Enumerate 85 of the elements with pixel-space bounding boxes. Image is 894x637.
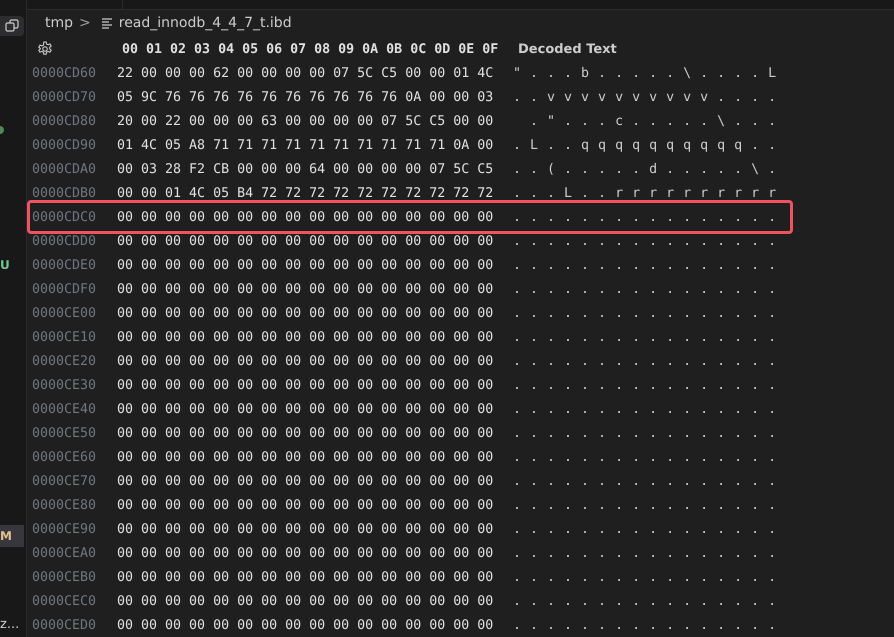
offset-label: 0000CEC0 [32, 594, 98, 608]
offset-label: 0000CEA0 [32, 546, 98, 560]
decoded-text: " . . . b . . . . . \ . . . . L [513, 66, 777, 80]
hex-bytes: 00 00 00 00 00 00 00 00 00 00 00 00 00 00 00 00 [117, 306, 494, 320]
offset-label: 0000CE10 [32, 330, 98, 344]
hex-bytes: 00 00 00 00 00 00 00 00 00 00 00 00 00 00 00 00 [117, 234, 494, 248]
offset-label: 0000CDC0 [32, 210, 98, 224]
decoded-text: . . . . . . . . . . . . . . . . [513, 498, 777, 512]
decoded-text: . . . . . . . . . . . . . . . . [513, 234, 777, 248]
breadcrumb-file[interactable]: read_innodb_4_4_7_t.ibd [118, 14, 292, 31]
hex-bytes: 22 00 00 00 62 00 00 00 00 07 5C C5 00 00 01 4C [117, 66, 494, 80]
hex-bytes: 00 00 00 00 00 00 00 00 00 00 00 00 00 00 00 00 [117, 330, 494, 344]
hex-bytes: 00 00 00 00 00 00 00 00 00 00 00 00 00 00 00 00 [117, 498, 494, 512]
hex-bytes: 00 00 00 00 00 00 00 00 00 00 00 00 00 00 00 00 [117, 522, 494, 536]
decoded-text: . . ( . . . . . d . . . . . \ . [513, 162, 777, 176]
offset-label: 0000CDE0 [32, 258, 98, 272]
offset-label: 0000CD80 [32, 114, 98, 128]
column-header: 00 01 02 03 04 05 06 07 08 09 0A 0B 0C 0D 0E 0F [122, 42, 500, 56]
hex-bytes: 00 00 00 00 00 00 00 00 00 00 00 00 00 00 00 00 [117, 258, 494, 272]
decoded-text: . . . . . . . . . . . . . . . . [513, 594, 777, 608]
offset-label: 0000CE20 [32, 354, 98, 368]
decoded-text: . . v v v v v v v v v v . . . . [513, 90, 777, 104]
decoded-text: . . . . . . . . . . . . . . . . [513, 210, 777, 224]
hex-bytes: 00 00 00 00 00 00 00 00 00 00 00 00 00 00 00 00 [117, 354, 494, 368]
decoded-text: . . . . . . . . . . . . . . . . [513, 450, 777, 464]
decoded-text: . " . . . c . . . . . \ . . . [529, 114, 777, 128]
column-header: Decoded Text [518, 42, 617, 56]
copy-icon[interactable] [0, 16, 24, 36]
hex-bytes: 00 00 01 4C 05 B4 72 72 72 72 72 72 72 72 72 72 [117, 186, 494, 200]
hex-bytes: 00 00 00 00 00 00 00 00 00 00 00 00 00 00 00 00 [117, 450, 494, 464]
sidebar-row[interactable]: M [0, 525, 24, 547]
offset-label: 0000CDA0 [32, 162, 98, 176]
hex-bytes: 00 00 00 00 00 00 00 00 00 00 00 00 00 00 00 00 [117, 570, 494, 584]
decoded-text: . . . . . . . . . . . . . . . . [513, 618, 777, 632]
offset-label: 0000CDD0 [32, 234, 98, 248]
decoded-text: . . . . . . . . . . . . . . . . [513, 258, 777, 272]
offset-label: 0000CDB0 [32, 186, 98, 200]
decoded-text: . . . . . . . . . . . . . . . . [513, 354, 777, 368]
hex-bytes: 01 4C 05 A8 71 71 71 71 71 71 71 71 71 71 0A 00 [117, 138, 494, 152]
offset-label: 0000CD60 [32, 66, 98, 80]
decoded-text: . . . . . . . . . . . . . . . . [513, 330, 777, 344]
offset-label: 0000CE30 [32, 378, 98, 392]
hex-bytes: 00 00 00 00 00 00 00 00 00 00 00 00 00 00 00 00 [117, 474, 494, 488]
decoded-text: . . . . . . . . . . . . . . . . [513, 282, 777, 296]
offset-label: 0000CD90 [32, 138, 98, 152]
hex-bytes: 00 00 00 00 00 00 00 00 00 00 00 00 00 00 00 00 [117, 546, 494, 560]
offset-label: 0000CE90 [32, 522, 98, 536]
offset-label: 0000CDF0 [32, 282, 98, 296]
decoded-text: . . . L . . r r r r r r r r r r [513, 186, 777, 200]
hex-bytes: 00 00 00 00 00 00 00 00 00 00 00 00 00 00 00 00 [117, 282, 494, 296]
hex-bytes: 05 9C 76 76 76 76 76 76 76 76 76 76 0A 00 00 03 [117, 90, 494, 104]
offset-label: 0000CE40 [32, 402, 98, 416]
offset-label: 0000CEB0 [32, 570, 98, 584]
decoded-text: . . . . . . . . . . . . . . . . [513, 522, 777, 536]
decoded-text: . . . . . . . . . . . . . . . . [513, 546, 777, 560]
settings-icon[interactable] [37, 41, 53, 57]
breadcrumb-folder[interactable]: tmp [45, 14, 74, 31]
hex-bytes: 00 03 28 F2 CB 00 00 00 64 00 00 00 00 07 5C C5 [117, 162, 494, 176]
offset-label: 0000CE80 [32, 498, 98, 512]
decoded-text: . . . . . . . . . . . . . . . . [513, 474, 777, 488]
offset-label: 0000CE60 [32, 450, 98, 464]
hex-bytes: 20 00 22 00 00 00 63 00 00 00 00 07 5C C5 00 00 [117, 114, 494, 128]
offset-label: 0000CD70 [32, 90, 98, 104]
hex-bytes: 00 00 00 00 00 00 00 00 00 00 00 00 00 00 00 00 [117, 618, 494, 632]
file-name[interactable]: z... [0, 615, 26, 635]
decoded-text: . . . . . . . . . . . . . . . . [513, 570, 777, 584]
offset-label: 0000CE50 [32, 426, 98, 440]
hex-bytes: 00 00 00 00 00 00 00 00 00 00 00 00 00 00 00 00 [117, 402, 494, 416]
hex-bytes: 00 00 00 00 00 00 00 00 00 00 00 00 00 00 00 00 [117, 210, 494, 224]
offset-label: 0000CED0 [32, 618, 98, 632]
hex-bytes: 00 00 00 00 00 00 00 00 00 00 00 00 00 00 00 00 [117, 426, 494, 440]
decoded-text: . . . . . . . . . . . . . . . . [513, 402, 777, 416]
decoded-text: . . . . . . . . . . . . . . . . [513, 426, 777, 440]
file-lines-icon [100, 16, 113, 29]
offset-label: 0000CE70 [32, 474, 98, 488]
decoded-text: . L . . q q q q q q q q q q . . [513, 138, 777, 152]
decoded-text: . . . . . . . . . . . . . . . . [513, 378, 777, 392]
hex-bytes: 00 00 00 00 00 00 00 00 00 00 00 00 00 00 00 00 [117, 378, 494, 392]
decoded-text: . . . . . . . . . . . . . . . . [513, 306, 777, 320]
git-status-letter: U [0, 258, 10, 272]
sidebar-row[interactable]: U [0, 254, 24, 276]
hex-bytes: 00 00 00 00 00 00 00 00 00 00 00 00 00 00 00 00 [117, 594, 494, 608]
breadcrumb-separator: > [79, 14, 91, 31]
offset-label: 0000CE00 [32, 306, 98, 320]
git-status-letter: M [0, 529, 12, 543]
